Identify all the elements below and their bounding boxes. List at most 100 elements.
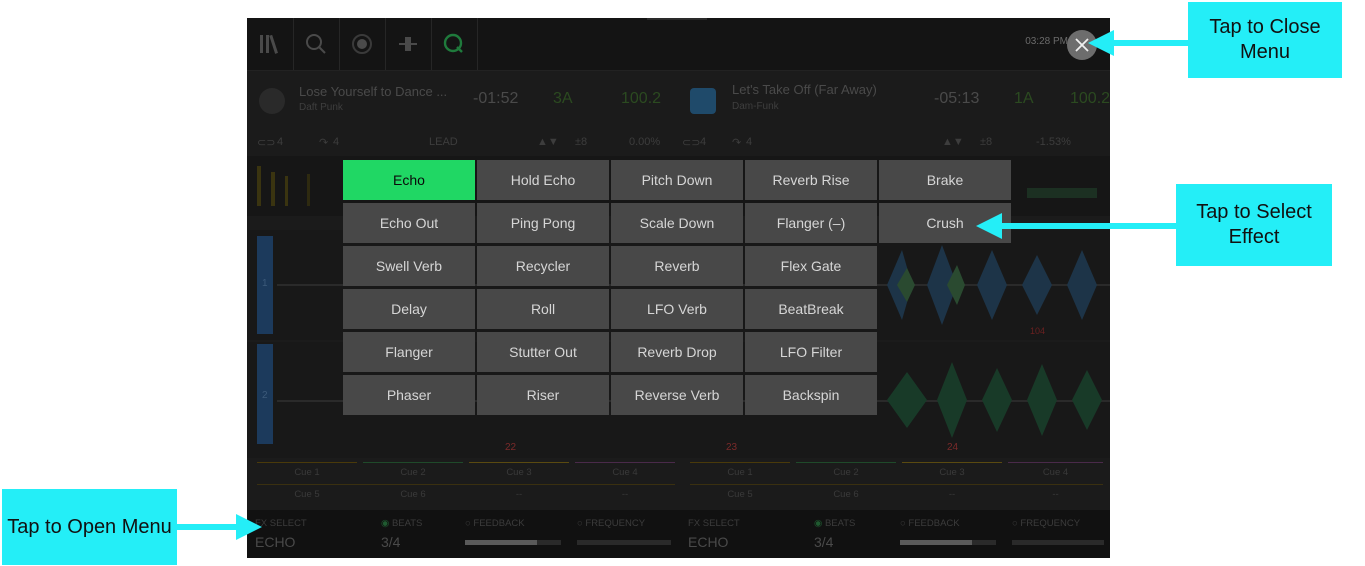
fx-roll[interactable]: Roll <box>477 289 609 329</box>
feedback-meter-right[interactable] <box>900 540 996 545</box>
fx-stutter-out[interactable]: Stutter Out <box>477 332 609 372</box>
drag-handle[interactable] <box>647 18 707 20</box>
fx-lfo-verb[interactable]: LFO Verb <box>611 289 743 329</box>
cue-pad-left-1[interactable]: Cue 1 <box>257 463 357 483</box>
loop-size-left: 4 <box>277 136 284 148</box>
fx-echo-out[interactable]: Echo Out <box>343 203 475 243</box>
frequency-radio-right[interactable]: ○ FREQUENCY <box>1012 518 1080 529</box>
fx-select-right[interactable]: ECHO <box>688 534 728 550</box>
cue-pad-right-6[interactable]: Cue 6 <box>796 485 896 505</box>
pitch-bend-icon[interactable]: ▲▼ <box>537 136 559 148</box>
deck-right-status: ⊂⊃ 4 ↷ 4 ▲▼ ±8 -1.53% <box>680 136 1110 156</box>
deck-left-status: ⊂⊃ 4 ↷ 4 LEAD ▲▼ ±8 0.00% <box>247 136 677 156</box>
fx-riser[interactable]: Riser <box>477 375 609 415</box>
album-art-right <box>690 88 716 114</box>
library-icon[interactable] <box>247 18 294 70</box>
bpm-left: 100.2 <box>621 90 662 107</box>
track-title-right: Let's Take Off (Far Away) <box>732 82 877 97</box>
fx-recycler[interactable]: Recycler <box>477 246 609 286</box>
fx-select-left[interactable]: ECHO <box>255 534 295 550</box>
beat-marker-23: 23 <box>726 442 738 453</box>
fx-bar: FX SELECT ECHO ◉ BEATS 3/4 ○ FEEDBACK ○ … <box>247 510 1110 558</box>
fx-select-label-right: FX SELECT <box>688 518 740 529</box>
bpm-right: 100.2 <box>1070 90 1110 107</box>
cue-pad-right-4[interactable]: Cue 4 <box>1008 463 1103 483</box>
record-icon[interactable] <box>339 18 386 70</box>
cue-pad-left-3[interactable]: Cue 3 <box>469 463 569 483</box>
pitch-percent-left: 0.00% <box>629 136 661 148</box>
loop-size-right: 4 <box>700 136 707 148</box>
cue-pad-right-1[interactable]: Cue 1 <box>690 463 790 483</box>
cue-pad-left-8[interactable]: -- <box>575 485 675 505</box>
fx-beatbreak[interactable]: BeatBreak <box>745 289 877 329</box>
callout-close-menu: Tap to Close Menu <box>1188 2 1342 78</box>
beat-marker-104: 104 <box>1030 326 1046 336</box>
frequency-meter-left[interactable] <box>577 540 671 545</box>
fx-backspin[interactable]: Backspin <box>745 375 877 415</box>
beat-marker-24: 24 <box>947 442 959 453</box>
loop-icon[interactable]: ⊂⊃ <box>682 136 700 149</box>
cue-pad-right-8[interactable]: -- <box>1008 485 1103 505</box>
track-artist-right: Dam-Funk <box>732 101 779 112</box>
cue-pad-right-3[interactable]: Cue 3 <box>902 463 1002 483</box>
callout-open-menu: Tap to Open Menu <box>2 489 177 565</box>
cue-pad-right-7[interactable]: -- <box>902 485 1002 505</box>
feedback-meter-left[interactable] <box>465 540 561 545</box>
quantize-icon[interactable] <box>431 18 478 70</box>
fx-flanger-minus[interactable]: Flanger (–) <box>745 203 877 243</box>
deck-right-header[interactable]: Let's Take Off (Far Away) Dam-Funk -05:1… <box>680 74 1110 130</box>
fx-pitch-down[interactable]: Pitch Down <box>611 160 743 200</box>
fx-flanger[interactable]: Flanger <box>343 332 475 372</box>
time-remaining-right: -05:13 <box>934 90 980 107</box>
track-artist-left: Daft Punk <box>299 102 343 113</box>
beat-jump-icon[interactable]: ↷ <box>732 136 741 149</box>
fx-ping-pong[interactable]: Ping Pong <box>477 203 609 243</box>
fx-scale-down[interactable]: Scale Down <box>611 203 743 243</box>
lead-label: LEAD <box>429 136 458 148</box>
fx-crush[interactable]: Crush <box>879 203 1011 243</box>
fx-delay[interactable]: Delay <box>343 289 475 329</box>
close-icon <box>1075 38 1089 52</box>
jump-size-right: 4 <box>746 136 753 148</box>
loop-icon[interactable]: ⊂⊃ <box>257 136 275 149</box>
fx-brake[interactable]: Brake <box>879 160 1011 200</box>
beats-radio-left[interactable]: ◉ BEATS <box>381 518 422 529</box>
track-title-left: Lose Yourself to Dance ... <box>299 84 448 99</box>
fx-lfo-filter[interactable]: LFO Filter <box>745 332 877 372</box>
callout-select-effect: Tap to Select Effect <box>1176 184 1332 266</box>
cue-pad-left-6[interactable]: Cue 6 <box>363 485 463 505</box>
feedback-radio-right[interactable]: ○ FEEDBACK <box>900 518 960 529</box>
beat-jump-icon[interactable]: ↷ <box>319 136 328 149</box>
pitch-bend-icon[interactable]: ▲▼ <box>942 136 964 148</box>
pitch-range-right: ±8 <box>980 136 993 148</box>
fx-flex-gate[interactable]: Flex Gate <box>745 246 877 286</box>
fx-echo[interactable]: Echo <box>343 160 475 200</box>
fx-reverb[interactable]: Reverb <box>611 246 743 286</box>
close-menu-button[interactable] <box>1067 30 1097 60</box>
fx-select-menu: Echo Hold Echo Pitch Down Reverb Rise Br… <box>343 160 1015 418</box>
album-art-left <box>259 88 285 114</box>
deck-left-header[interactable]: Lose Yourself to Dance ... Daft Punk -01… <box>247 74 677 130</box>
fx-reverb-drop[interactable]: Reverb Drop <box>611 332 743 372</box>
frequency-meter-right[interactable] <box>1012 540 1104 545</box>
cue-pad-right-2[interactable]: Cue 2 <box>796 463 896 483</box>
fx-swell-verb[interactable]: Swell Verb <box>343 246 475 286</box>
crossfader-icon[interactable] <box>385 18 432 70</box>
fx-phaser[interactable]: Phaser <box>343 375 475 415</box>
cue-pad-left-7[interactable]: -- <box>469 485 569 505</box>
feedback-radio-left[interactable]: ○ FEEDBACK <box>465 518 525 529</box>
fx-reverse-verb[interactable]: Reverse Verb <box>611 375 743 415</box>
beats-radio-right[interactable]: ◉ BEATS <box>814 518 855 529</box>
frequency-radio-left[interactable]: ○ FREQUENCY <box>577 518 645 529</box>
cue-pad-left-4[interactable]: Cue 4 <box>575 463 675 483</box>
beats-value-right: 3/4 <box>814 534 834 550</box>
pitch-percent-right: -1.53% <box>1036 136 1071 148</box>
fx-reverb-rise[interactable]: Reverb Rise <box>745 160 877 200</box>
cue-pad-left-2[interactable]: Cue 2 <box>363 463 463 483</box>
cue-pad-right-5[interactable]: Cue 5 <box>690 485 790 505</box>
cue-pad-left-5[interactable]: Cue 5 <box>257 485 357 505</box>
beat-marker-22: 22 <box>505 442 517 453</box>
search-icon[interactable] <box>293 18 340 70</box>
fx-hold-echo[interactable]: Hold Echo <box>477 160 609 200</box>
cue-pads: Cue 1 Cue 2 Cue 3 Cue 4 Cue 5 Cue 6 -- -… <box>247 460 1110 504</box>
